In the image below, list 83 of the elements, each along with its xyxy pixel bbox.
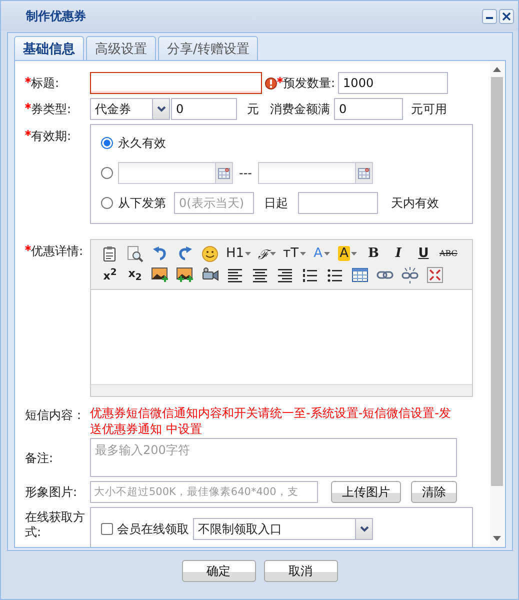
caret-icon (245, 252, 252, 256)
coupon-type-select[interactable]: 代金券 (90, 98, 170, 120)
redo-icon[interactable] (176, 244, 194, 263)
undo-icon[interactable] (151, 244, 169, 263)
field-label: 有效期: (31, 128, 72, 145)
tab[interactable]: 基础信息 (14, 36, 84, 61)
option-label: 天内有效 (391, 194, 439, 212)
scroll-down-icon[interactable] (493, 536, 501, 541)
italic-button[interactable]: I (387, 244, 410, 264)
scrollbar[interactable] (490, 61, 504, 547)
tab[interactable]: 高级设置 (86, 36, 156, 61)
align-right-icon[interactable] (276, 266, 294, 284)
strikethrough-button[interactable]: ABC (437, 244, 460, 264)
caret-icon (270, 252, 276, 256)
font-size-button[interactable]: тT (281, 244, 308, 264)
bold-button[interactable]: B (362, 244, 384, 264)
chevron-down-icon (156, 106, 166, 112)
start-day-input[interactable]: 0(表示当天) (174, 192, 254, 214)
heading-button[interactable]: H1 (224, 244, 254, 264)
align-left-icon[interactable] (226, 266, 244, 284)
range-separator: --- (239, 166, 252, 180)
table-icon[interactable] (351, 266, 369, 284)
bullet-list-icon[interactable] (326, 266, 344, 284)
fullscreen-icon[interactable] (426, 266, 444, 284)
field-label: 形象图片: (25, 484, 78, 500)
field-label: 在线获取方式: (25, 510, 86, 540)
picture-icon[interactable] (151, 266, 169, 284)
unit-label: 元 (247, 100, 259, 118)
confirm-button[interactable]: 确定 (182, 560, 256, 582)
field-label: 优惠详情: (31, 243, 84, 260)
start-date-field[interactable] (118, 162, 233, 184)
scrollbar-thumb[interactable] (491, 77, 503, 486)
radio-button[interactable] (101, 167, 113, 179)
cancel-button[interactable]: 取消 (264, 560, 338, 582)
chevron-down-icon (360, 526, 368, 532)
image-path-field[interactable]: 大小不超过500K，最佳像素640*400，支 (90, 481, 318, 503)
radio-button[interactable] (101, 137, 113, 149)
superscript-button[interactable]: x$^{2}$ (99, 265, 121, 286)
caret-icon (351, 252, 358, 256)
calendar-icon[interactable] (358, 168, 370, 178)
checkbox[interactable] (101, 523, 113, 535)
end-date-field[interactable] (258, 162, 373, 184)
field-label: 短信内容： (25, 407, 85, 424)
option-label: 从下发第 (118, 194, 166, 212)
tab[interactable]: 分享/转赠设置 (158, 36, 258, 61)
sms-notice: 优惠券短信微信通知内容和开关请统一至-系统设置-短信微信设置-发送优惠券通知 中设置 (90, 405, 452, 437)
numbered-list-icon[interactable] (301, 266, 319, 284)
field-label: 标题: (31, 74, 60, 92)
caret-icon (324, 252, 330, 256)
minimum-spend-label: 消费金额满 (270, 100, 330, 118)
amount-input[interactable]: 0 (171, 98, 237, 120)
window-title: 制作优惠券 (26, 8, 86, 24)
option-label: 日起 (264, 194, 288, 212)
document-magnifier-icon[interactable] (126, 244, 144, 263)
entry-select[interactable]: 不限制领取入口 (193, 518, 373, 540)
option-label: 永久有效 (118, 134, 166, 152)
field-label: 备注: (25, 450, 54, 467)
pictures-icon[interactable] (176, 266, 194, 284)
days-input[interactable] (298, 192, 378, 214)
align-center-icon[interactable] (251, 266, 269, 284)
title-input[interactable] (90, 72, 262, 94)
close-button[interactable] (499, 8, 514, 24)
scroll-up-icon[interactable] (493, 67, 501, 72)
minimum-spend-input[interactable]: 0 (334, 98, 403, 120)
remarks-field[interactable]: 最多输入200字符 (90, 438, 457, 477)
quantity-input[interactable]: 1000 (338, 72, 448, 94)
suffix-label: 元可用 (411, 100, 447, 118)
clear-button[interactable]: 清除 (411, 481, 457, 503)
font-family-button[interactable]: ℱ (256, 244, 278, 264)
highlight-button[interactable]: A (336, 244, 360, 264)
smiley-icon[interactable] (201, 244, 219, 263)
minimize-button[interactable] (482, 8, 497, 24)
field-label: 预发数量: (283, 74, 336, 92)
upload-button[interactable]: 上传图片 (331, 481, 401, 503)
caret-icon (300, 252, 306, 256)
calendar-icon[interactable] (218, 168, 230, 178)
broken-link-icon[interactable] (401, 266, 419, 284)
radio-button[interactable] (101, 197, 113, 209)
checkbox-label: 会员在线领取 (117, 521, 189, 538)
field-label: 券类型: (31, 100, 72, 118)
underline-button[interactable]: U (412, 244, 434, 264)
error-icon (265, 76, 277, 90)
subscript-button[interactable]: x$_{2}$ (124, 265, 146, 286)
